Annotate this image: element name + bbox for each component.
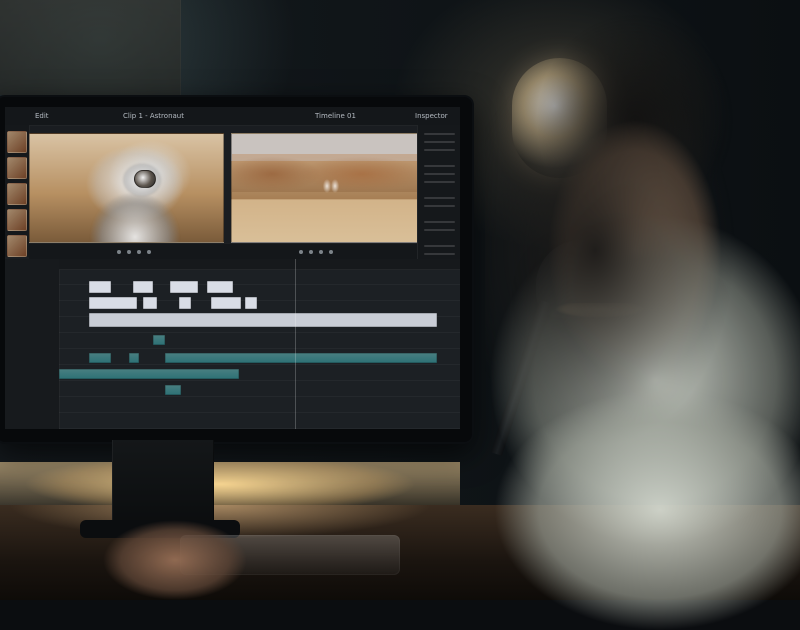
inspector-row bbox=[424, 181, 455, 183]
video-clip[interactable] bbox=[89, 297, 137, 309]
audio-clip[interactable] bbox=[165, 385, 181, 395]
transport-dot[interactable] bbox=[299, 250, 303, 254]
astronaut-visor bbox=[134, 170, 156, 188]
video-clip[interactable] bbox=[89, 313, 437, 327]
inspector-row bbox=[424, 253, 455, 255]
inspector-row bbox=[424, 133, 455, 135]
video-clip[interactable] bbox=[143, 297, 157, 309]
video-clip[interactable] bbox=[170, 281, 198, 293]
inspector-row bbox=[424, 149, 455, 151]
video-clip[interactable] bbox=[179, 297, 191, 309]
video-clip[interactable] bbox=[211, 297, 241, 309]
transport-dot[interactable] bbox=[147, 250, 151, 254]
video-clip[interactable] bbox=[89, 281, 111, 293]
timeline-track bbox=[59, 397, 460, 413]
transport-dot[interactable] bbox=[127, 250, 131, 254]
media-thumbnail[interactable] bbox=[7, 183, 27, 205]
monitor-screen: Edit Clip 1 - Astronaut Timeline 01 Insp… bbox=[5, 107, 460, 429]
timeline-track bbox=[59, 413, 460, 429]
media-thumbnail[interactable] bbox=[7, 131, 27, 153]
video-clip[interactable] bbox=[133, 281, 153, 293]
transport-dot[interactable] bbox=[309, 250, 313, 254]
topbar-actions-label[interactable]: Inspector bbox=[415, 111, 448, 121]
editor-topbar: Edit Clip 1 - Astronaut Timeline 01 Insp… bbox=[5, 107, 460, 126]
audio-clip[interactable] bbox=[153, 335, 165, 345]
inspector-row bbox=[424, 245, 455, 247]
inspector-row bbox=[424, 205, 455, 207]
topbar-right-label: Timeline 01 bbox=[315, 112, 356, 120]
media-thumbnail[interactable] bbox=[7, 157, 27, 179]
inspector-row bbox=[424, 173, 455, 175]
monitor: Edit Clip 1 - Astronaut Timeline 01 Insp… bbox=[0, 95, 474, 444]
hand bbox=[95, 520, 255, 600]
source-viewer[interactable] bbox=[29, 133, 224, 243]
timeline-track bbox=[59, 381, 460, 397]
media-bin[interactable] bbox=[5, 125, 30, 257]
audio-clip[interactable] bbox=[59, 369, 239, 379]
topbar-left-label[interactable]: Edit bbox=[35, 111, 49, 121]
media-thumbnail[interactable] bbox=[7, 235, 27, 257]
astronaut-figure bbox=[90, 152, 182, 242]
transport-dot[interactable] bbox=[117, 250, 121, 254]
timeline-track bbox=[59, 269, 460, 285]
transport-dot[interactable] bbox=[137, 250, 141, 254]
inspector-row bbox=[424, 141, 455, 143]
topbar-center-label: Clip 1 - Astronaut bbox=[123, 112, 184, 120]
inspector-row bbox=[424, 197, 455, 199]
inspector-row bbox=[424, 165, 455, 167]
wall-shelf bbox=[0, 0, 181, 95]
audio-clip[interactable] bbox=[89, 353, 111, 363]
inspector-panel[interactable] bbox=[417, 125, 460, 280]
playhead[interactable] bbox=[295, 259, 296, 429]
video-clip[interactable] bbox=[245, 297, 257, 309]
under-monitor-glow bbox=[0, 462, 460, 507]
transport-dot[interactable] bbox=[319, 250, 323, 254]
transport-dot[interactable] bbox=[329, 250, 333, 254]
timeline[interactable] bbox=[5, 259, 460, 429]
distant-figures bbox=[320, 174, 342, 206]
inspector-row bbox=[424, 221, 455, 223]
audio-clip[interactable] bbox=[129, 353, 139, 363]
program-viewer[interactable] bbox=[231, 133, 426, 243]
inspector-row bbox=[424, 229, 455, 231]
media-thumbnail[interactable] bbox=[7, 209, 27, 231]
timeline-track bbox=[59, 333, 460, 349]
track-headers bbox=[5, 259, 60, 429]
audio-clip[interactable] bbox=[165, 353, 437, 363]
video-clip[interactable] bbox=[207, 281, 233, 293]
